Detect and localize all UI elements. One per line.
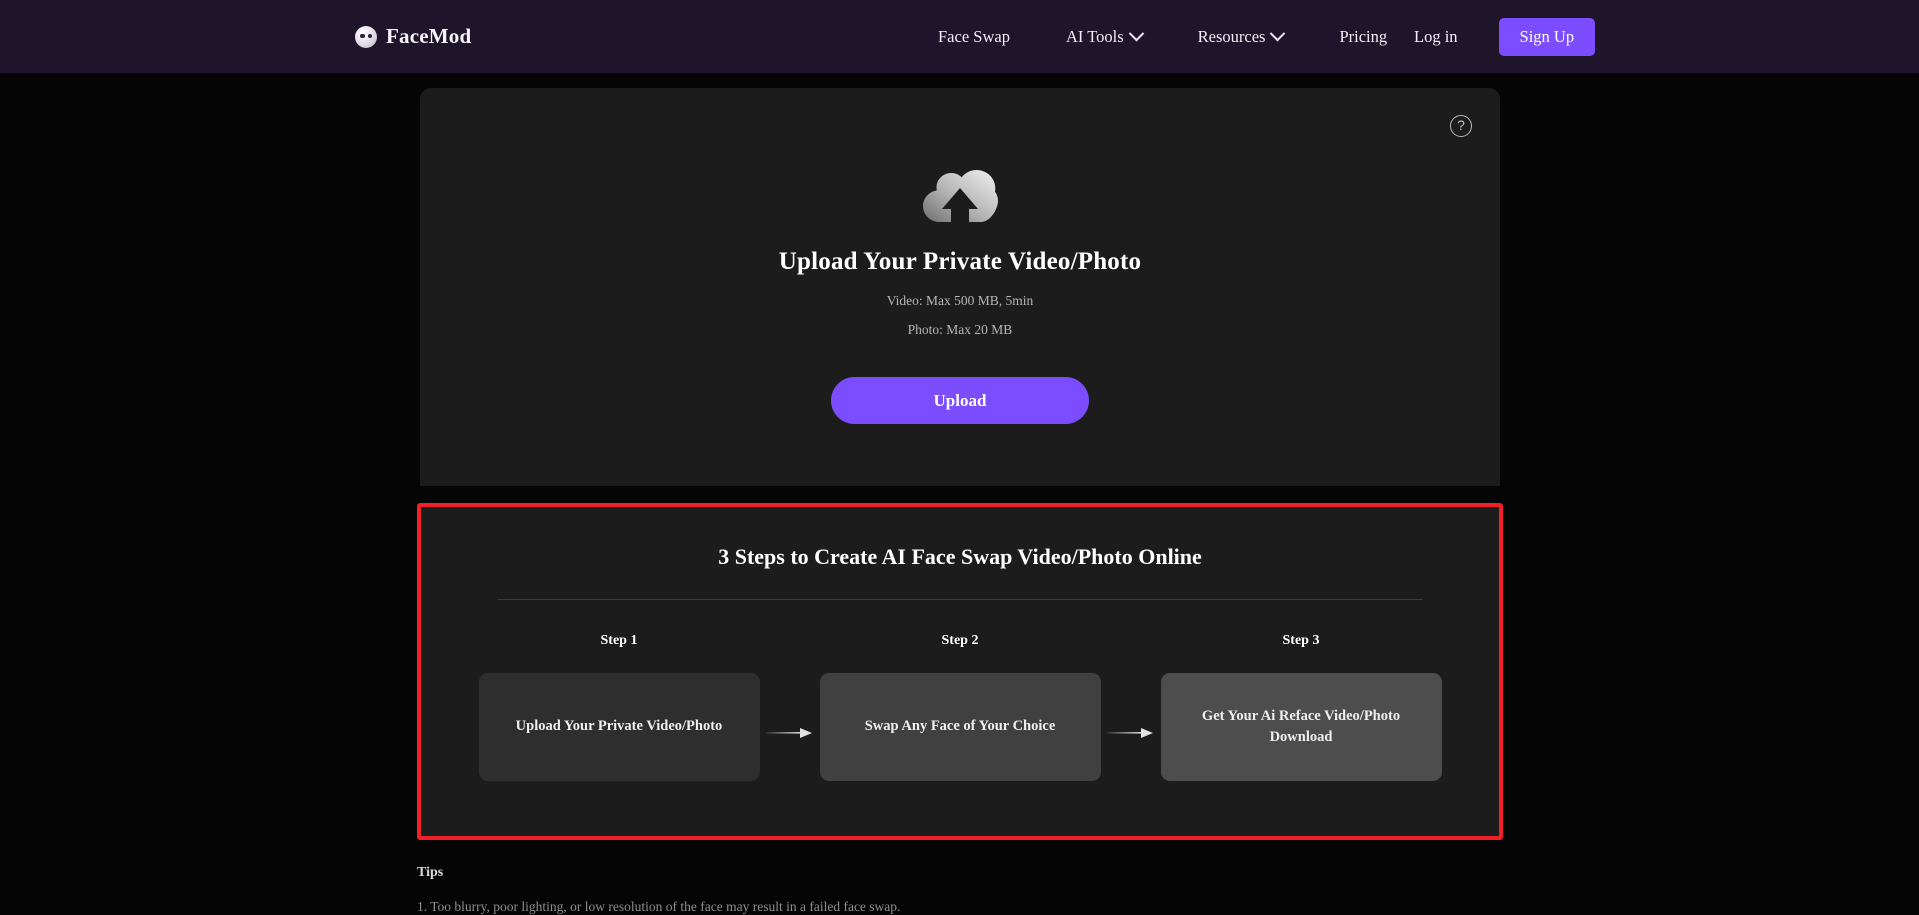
- signup-button[interactable]: Sign Up: [1498, 17, 1596, 56]
- top-navigation-bar: FaceMod Face Swap AI Tools Resources Pri…: [0, 0, 1919, 73]
- nav-item-label: AI Tools: [1065, 26, 1124, 46]
- upload-title: Upload Your Private Video/Photo: [778, 248, 1142, 275]
- auth-actions: Log in Sign Up: [1390, 17, 1596, 56]
- steps-heading: 3 Steps to Create AI Face Swap Video/Pho…: [718, 544, 1202, 569]
- nav-item-resources[interactable]: Resources: [1170, 25, 1312, 47]
- step-3: Step 3 Get Your Ai Reface Video/Photo Do…: [1160, 633, 1442, 781]
- step-card[interactable]: Upload Your Private Video/Photo: [478, 673, 760, 781]
- cloud-upload-icon: [923, 170, 998, 222]
- nav-item-face-swap[interactable]: Face Swap: [910, 27, 1038, 47]
- face-logo-icon: [355, 25, 377, 48]
- logo-eye-left: [360, 33, 365, 38]
- primary-nav-links: Face Swap AI Tools Resources Pricing: [910, 25, 1415, 47]
- step-2: Step 2 Swap Any Face of Your Choice: [819, 633, 1101, 781]
- upload-button[interactable]: Upload: [831, 377, 1089, 424]
- tips-section: Tips 1. Too blurry, poor lighting, or lo…: [417, 865, 1503, 915]
- arrow-right-icon: [765, 728, 812, 738]
- logo-eye-right: [367, 33, 372, 38]
- step-1: Step 1 Upload Your Private Video/Photo: [478, 633, 760, 781]
- tips-heading: Tips: [417, 865, 444, 880]
- step-label: Step 2: [941, 633, 979, 648]
- nav-item-ai-tools[interactable]: AI Tools: [1038, 25, 1170, 47]
- upload-card: ? Upload Your Private Video/Photo Video:…: [420, 88, 1500, 486]
- step-card[interactable]: Get Your Ai Reface Video/Photo Download: [1160, 673, 1442, 781]
- step-card[interactable]: Swap Any Face of Your Choice: [819, 673, 1101, 781]
- login-link[interactable]: Log in: [1390, 27, 1482, 47]
- upload-limit-photo: Photo: Max 20 MB: [907, 322, 1013, 337]
- upload-limit-video: Video: Max 500 MB, 5min: [886, 293, 1034, 308]
- chevron-down-icon: [1270, 25, 1286, 42]
- step-label: Step 1: [600, 633, 638, 648]
- step-connector-1: [760, 727, 820, 739]
- steps-divider: [497, 599, 1423, 600]
- nav-item-label: Resources: [1197, 26, 1266, 46]
- step-connector-2: [1101, 727, 1161, 739]
- brand-name: FaceMod: [386, 24, 472, 48]
- steps-row: Step 1 Upload Your Private Video/Photo S…: [421, 633, 1499, 781]
- step-label: Step 3: [1282, 633, 1320, 648]
- chevron-down-icon: [1128, 25, 1144, 42]
- tips-first-line: 1. Too blurry, poor lighting, or low res…: [417, 899, 901, 914]
- upload-card-content: Upload Your Private Video/Photo Video: M…: [420, 170, 1500, 424]
- help-circle-icon[interactable]: ?: [1450, 115, 1472, 137]
- nav-item-label: Face Swap: [938, 26, 1010, 46]
- brand-logo-link[interactable]: FaceMod: [355, 24, 471, 49]
- steps-section-highlighted: 3 Steps to Create AI Face Swap Video/Pho…: [417, 503, 1503, 840]
- arrow-right-icon: [1106, 728, 1153, 738]
- nav-item-label: Pricing: [1339, 26, 1388, 46]
